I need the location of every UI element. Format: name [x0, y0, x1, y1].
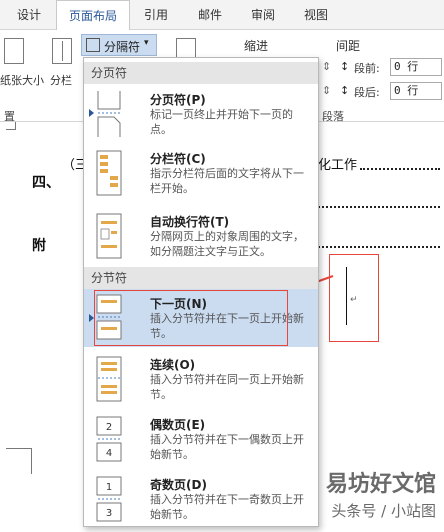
- columns-icon[interactable]: [52, 38, 72, 64]
- svg-text:2: 2: [106, 422, 112, 433]
- menu-item-desc: 插入分节符并在下一奇数页上开始新节。: [150, 493, 304, 521]
- next-page-highlight-box: [94, 290, 288, 346]
- menu-item-desc: 分隔网页上的对象周围的文字，如分隔题注文字与正文。: [150, 230, 304, 258]
- odd-page-icon: 1 3: [96, 476, 122, 522]
- space-after-input[interactable]: 0 行: [390, 82, 442, 100]
- continuous-icon: [96, 356, 122, 402]
- after-label: 段后:: [354, 86, 380, 99]
- menu-item-desc: 标记一页终止并开始下一页的点。: [150, 108, 293, 136]
- menu-item-even-page[interactable]: 2 4 偶数页(E) 插入分节符并在下一偶数页上开始新节。: [84, 410, 318, 468]
- watermark: 易坊好文馆 头条号 / 小站图: [326, 472, 436, 524]
- menu-item-desc: 插入分节符并在同一页上开始新节。: [150, 373, 304, 401]
- breaks-icon: [86, 38, 100, 52]
- spacing-label: 间距: [336, 39, 361, 53]
- svg-text:3: 3: [106, 508, 112, 519]
- menu-item-continuous[interactable]: 连续(O) 插入分节符并在同一页上开始新节。: [84, 350, 318, 408]
- menu-item-column-break[interactable]: 分栏符(C) 指示分栏符后面的文字将从下一栏开始。: [84, 144, 318, 206]
- paper-size-icon[interactable]: [4, 38, 24, 64]
- page-breaks-section-header: 分页符: [84, 62, 318, 84]
- paper-size-button[interactable]: 纸张大小: [0, 72, 44, 88]
- ribbon-tab-bar: 设计 页面布局 引用 邮件 审阅 视图: [0, 0, 444, 31]
- space-before-input[interactable]: 0 行: [390, 58, 442, 76]
- selected-marker-icon: [89, 109, 94, 117]
- tab-review[interactable]: 审阅: [243, 0, 283, 30]
- svg-text:4: 4: [106, 448, 112, 459]
- cursor-mark: [346, 267, 347, 325]
- doc-appendix: 附: [32, 238, 46, 254]
- menu-item-title: 连续(O): [150, 358, 196, 372]
- text-wrapping-break-icon: [96, 213, 122, 259]
- dotted-rule-1: [360, 168, 440, 170]
- spin-arrows-icon[interactable]: ⇕: [322, 60, 331, 73]
- doc-line1-suffix: 化工作: [318, 158, 358, 173]
- margin-corner-mark: [6, 122, 16, 130]
- indent-label: 缩进: [244, 39, 269, 53]
- svg-text:1: 1: [106, 482, 112, 493]
- menu-item-title: 偶数页(E): [150, 418, 206, 432]
- tab-view[interactable]: 视图: [296, 0, 336, 30]
- breaks-button[interactable]: 分隔符 ▾: [81, 34, 157, 56]
- column-break-icon: [96, 150, 122, 196]
- breaks-button-label: 分隔符: [104, 40, 141, 54]
- columns-button[interactable]: 分栏: [50, 72, 72, 88]
- menu-item-desc: 插入分节符并在下一偶数页上开始新节。: [150, 433, 304, 461]
- dotted-rule-2: [318, 206, 440, 208]
- page-break-preview-box: ↵: [329, 254, 379, 342]
- menu-item-desc: 指示分栏符后面的文字将从下一栏开始。: [150, 167, 304, 195]
- tab-mailings[interactable]: 邮件: [190, 0, 230, 30]
- breaks-dropdown-menu: 分页符 分页符(P) 标记一页终止并开始下一页的点。 分栏符(C) 指示分栏符后…: [83, 57, 319, 527]
- tab-references[interactable]: 引用: [136, 0, 176, 30]
- menu-item-text-wrapping-break[interactable]: 自动换行符(T) 分隔网页上的对象周围的文字，如分隔题注文字与正文。: [84, 207, 318, 267]
- tab-page-layout[interactable]: 页面布局: [56, 0, 130, 31]
- even-page-icon: 2 4: [96, 416, 122, 462]
- paragraph-mark-icon: ↵: [350, 295, 358, 305]
- margin-corner-mark-bottom: [6, 448, 32, 474]
- menu-item-title: 奇数页(D): [150, 478, 207, 492]
- space-before-icon: ↕: [340, 60, 350, 73]
- spin-arrows-icon-2[interactable]: ⇕: [322, 84, 331, 97]
- menu-item-odd-page[interactable]: 1 3 奇数页(D) 插入分节符并在下一奇数页上开始新节。: [84, 470, 318, 526]
- section-breaks-section-header: 分节符: [84, 267, 318, 289]
- dotted-rule-3: [318, 246, 440, 248]
- tab-design[interactable]: 设计: [8, 0, 50, 30]
- space-after-icon: ↕: [340, 84, 350, 97]
- chevron-down-icon: ▾: [144, 38, 149, 48]
- menu-item-title: 分页符(P): [150, 93, 206, 107]
- menu-item-title: 自动换行符(T): [150, 215, 230, 229]
- doc-heading-4: 四、: [32, 175, 60, 191]
- menu-item-page-break[interactable]: 分页符(P) 标记一页终止并开始下一页的点。: [84, 85, 318, 143]
- before-label: 段前:: [354, 62, 380, 75]
- menu-item-title: 分栏符(C): [150, 152, 206, 166]
- watermark-line1: 易坊好文馆: [325, 472, 436, 497]
- watermark-line2: 头条号 / 小站图: [331, 502, 436, 520]
- page-break-icon: [97, 91, 121, 137]
